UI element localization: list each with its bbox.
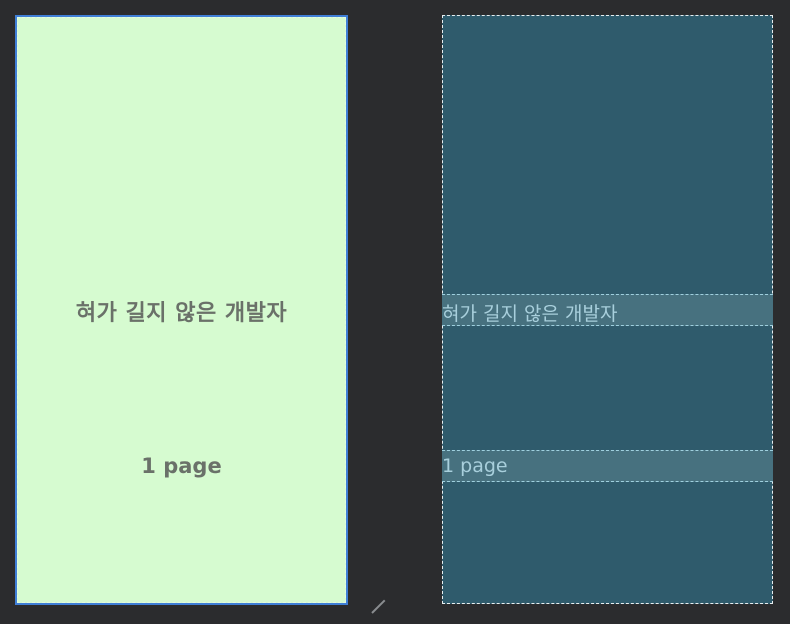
blueprint-title-label: 혀가 길지 않은 개발자	[442, 303, 618, 325]
blueprint-page-label: 1 page	[442, 455, 508, 477]
blueprint-page-textview[interactable]: 1 page	[442, 450, 773, 482]
blueprint-title-textview[interactable]: 혀가 길지 않은 개발자	[442, 294, 773, 326]
blueprint-view-frame[interactable]: 혀가 길지 않은 개발자 1 page	[442, 15, 773, 604]
design-view-frame[interactable]: 혀가 길지 않은 개발자 1 page	[15, 15, 348, 605]
title-textview[interactable]: 혀가 길지 않은 개발자	[17, 295, 346, 327]
page-textview[interactable]: 1 page	[17, 454, 346, 478]
resize-handle-icon[interactable]	[371, 599, 386, 614]
